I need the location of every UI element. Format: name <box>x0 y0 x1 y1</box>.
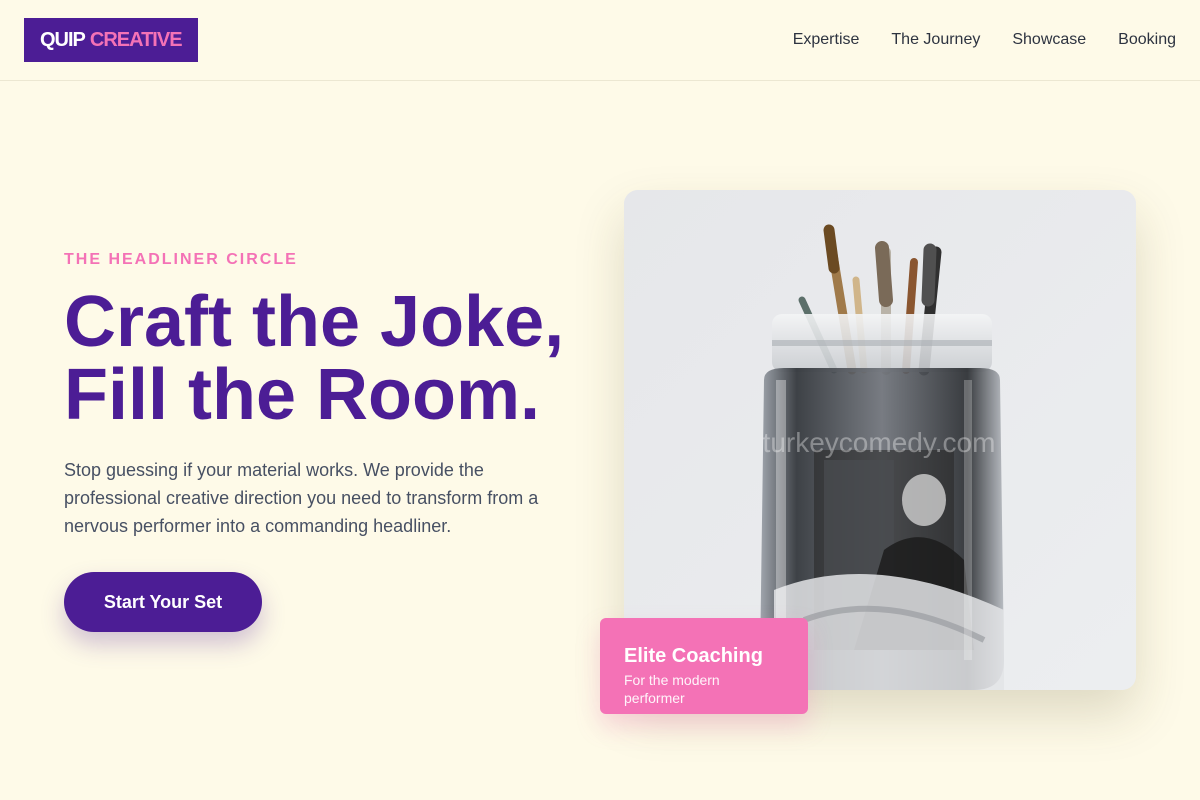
hero-headline: Craft the Joke, Fill the Room. <box>64 286 604 432</box>
badge-title: Elite Coaching <box>624 645 763 667</box>
hero-headline-line-1: Craft the Joke, <box>64 282 565 362</box>
page: QUIP CREATIVE Expertise The Journey Show… <box>0 0 1200 800</box>
image-watermark: turkeycomedy.com <box>763 427 996 458</box>
nav-link-expertise[interactable]: Expertise <box>793 31 860 49</box>
badge-subtitle: For the modern performer <box>624 672 720 706</box>
logo[interactable]: QUIP CREATIVE <box>24 18 198 62</box>
main-nav: Expertise The Journey Showcase Booking <box>793 0 1176 80</box>
hero-image: turkeycomedy.com <box>624 190 1136 690</box>
site-header: QUIP CREATIVE Expertise The Journey Show… <box>0 0 1200 81</box>
logo-accent-text: CREATIVE <box>89 28 183 51</box>
jar-illustration: turkeycomedy.com <box>624 190 1136 690</box>
start-your-set-button[interactable]: Start Your Set <box>64 572 262 632</box>
nav-link-booking[interactable]: Booking <box>1118 31 1176 49</box>
hero-eyebrow: THE HEADLINER CIRCLE <box>64 251 298 268</box>
nav-link-showcase[interactable]: Showcase <box>1012 31 1086 49</box>
nav-link-the-journey[interactable]: The Journey <box>891 31 980 49</box>
elite-coaching-badge: Elite Coaching For the modern performer <box>600 618 808 714</box>
hero-description: Stop guessing if your material works. We… <box>64 460 539 536</box>
logo-primary-text: QUIP <box>40 28 86 51</box>
hero-headline-line-2: Fill the Room. <box>64 355 540 435</box>
